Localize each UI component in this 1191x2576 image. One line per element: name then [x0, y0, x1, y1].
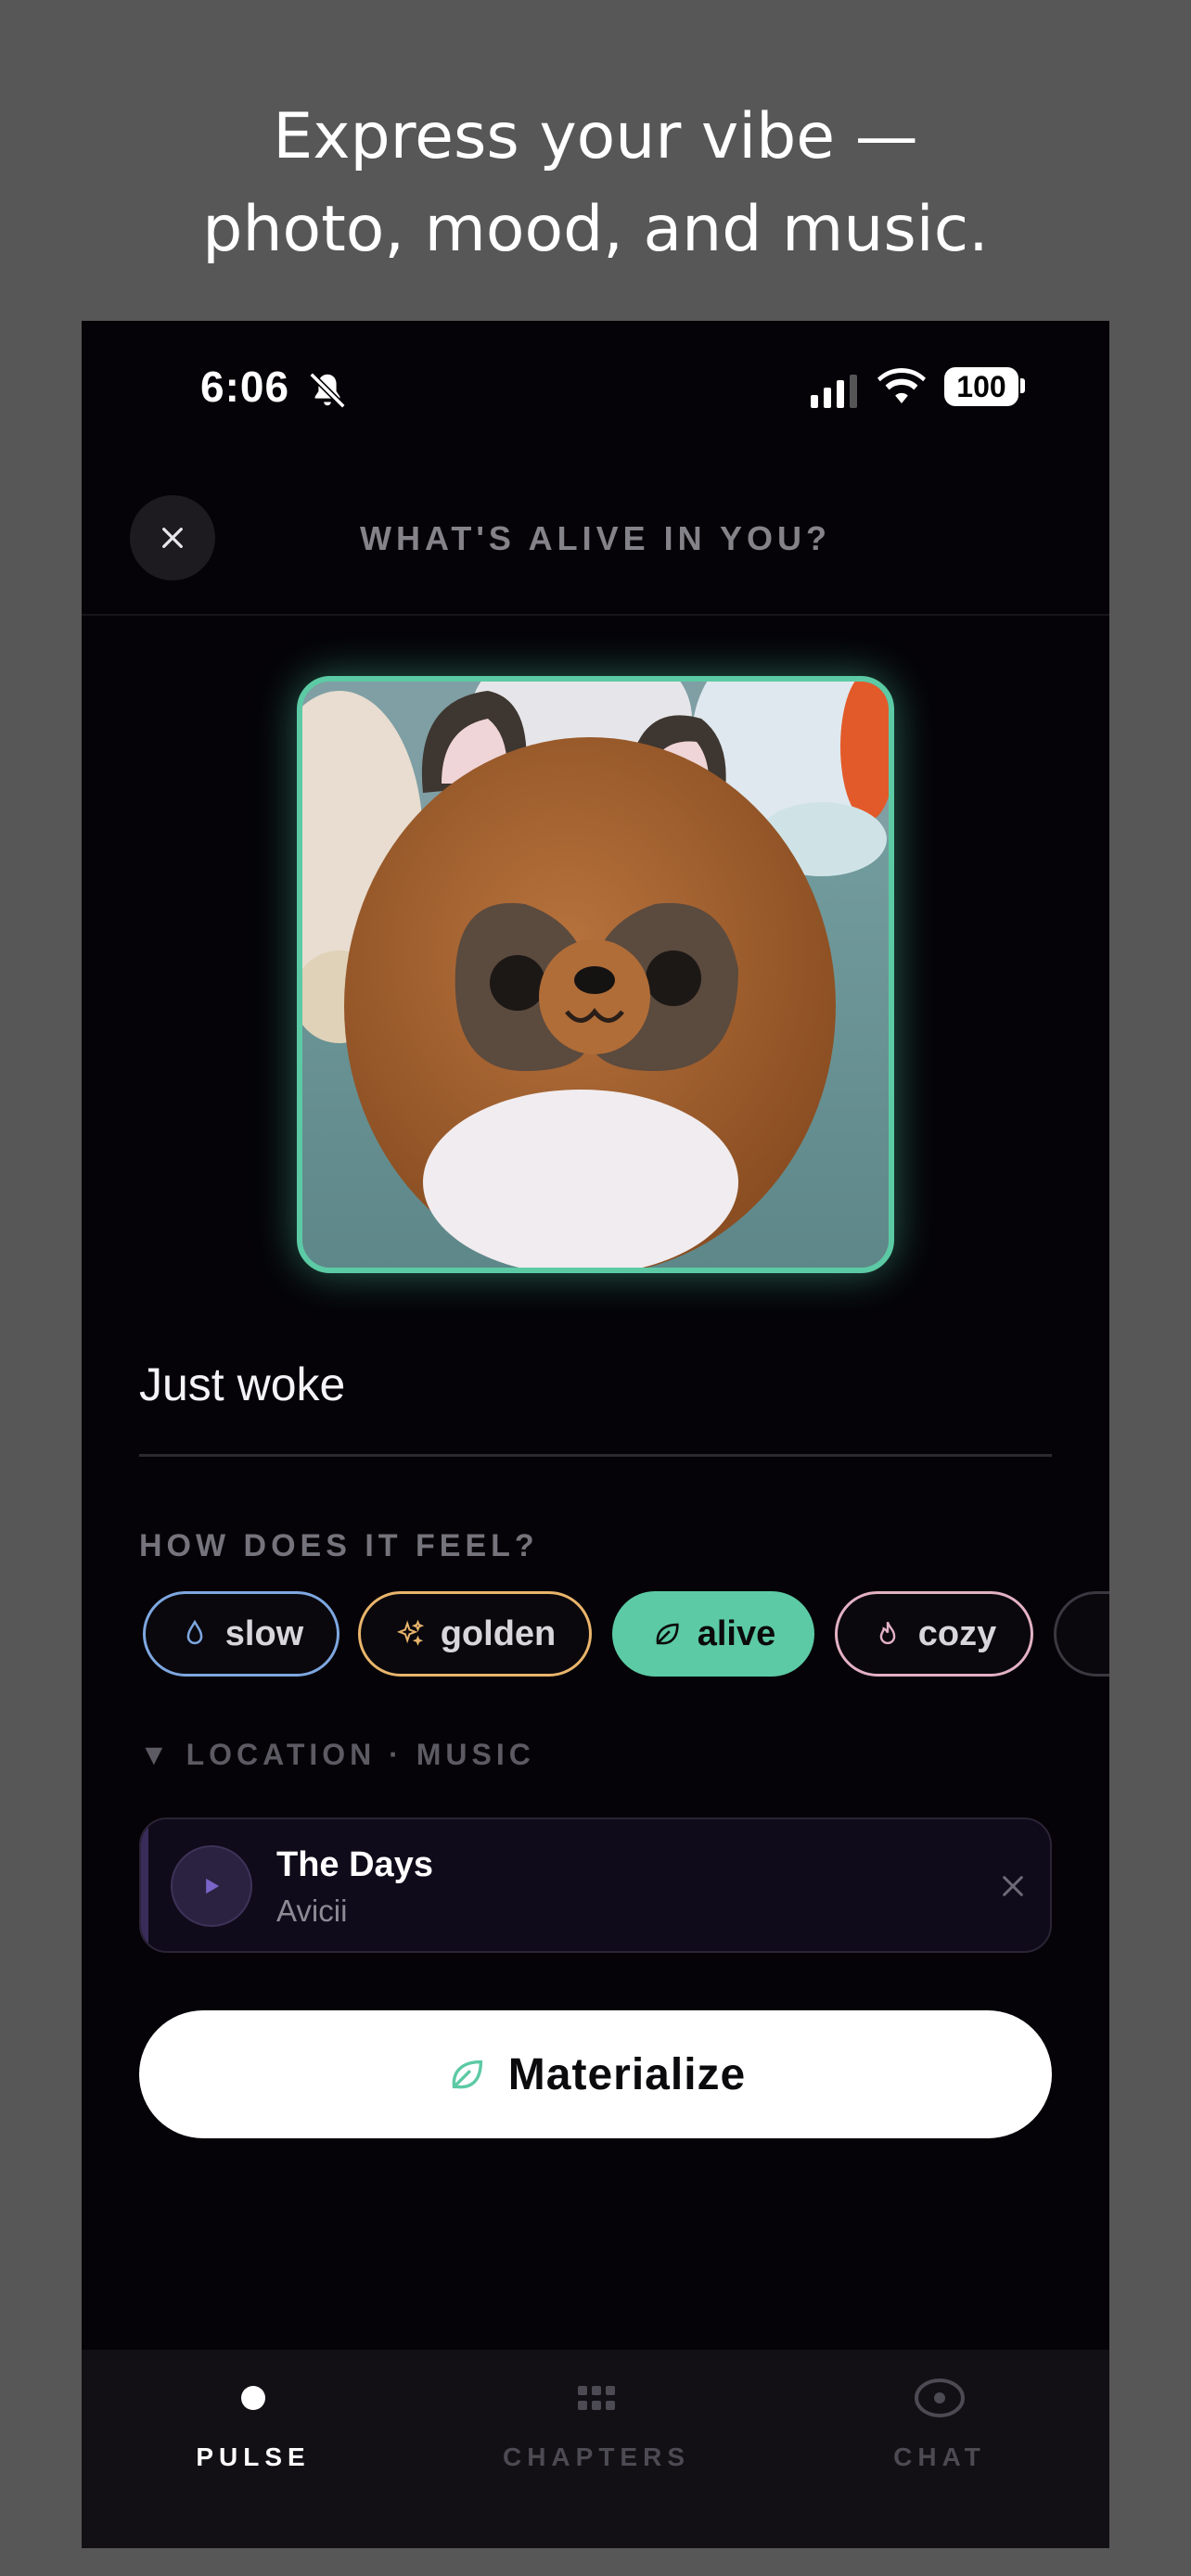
music-card-accent	[141, 1819, 148, 1951]
bell-slash-icon	[309, 372, 346, 409]
mood-chip-row[interactable]: slow golden alive cozy	[143, 1591, 1109, 1677]
chip-label: cozy	[917, 1613, 997, 1653]
battery-icon: 100	[944, 367, 1018, 406]
battery-tip	[1020, 378, 1025, 393]
chip-label: golden	[440, 1613, 557, 1653]
materialize-label: Materialize	[507, 2049, 747, 2099]
feel-section-label: HOW DOES IT FEEL?	[139, 1528, 539, 1563]
leaf-icon	[656, 1623, 679, 1645]
tab-label: CHAPTERS	[502, 2442, 690, 2471]
location-music-toggle[interactable]: ▼ LOCATION · MUSIC	[139, 1738, 535, 1772]
header-divider	[82, 614, 1109, 616]
close-icon	[1003, 1876, 1023, 1896]
sparkles-icon	[396, 1619, 424, 1646]
tab-chapters[interactable]: CHAPTERS	[425, 2350, 768, 2480]
mood-chip-slow[interactable]: slow	[143, 1591, 339, 1677]
chat-eye-icon	[915, 2378, 965, 2417]
mood-chip-cozy[interactable]: cozy	[835, 1591, 1033, 1677]
dot-icon	[241, 2386, 265, 2410]
selected-photo[interactable]	[297, 676, 894, 1273]
tab-chat[interactable]: CHAT	[768, 2350, 1109, 2480]
play-icon	[206, 1878, 220, 1894]
wifi-icon	[877, 368, 926, 403]
page-title: WHAT'S ALIVE IN YOU?	[360, 519, 831, 557]
phone-screen: 6:06 100 WHAT'S ALIVE IN YOU? Just woke …	[82, 321, 1109, 2548]
mood-chip-alive[interactable]: alive	[612, 1591, 814, 1677]
input-underline	[139, 1454, 1052, 1457]
promo-headline: Express your vibe — photo, mood, and mus…	[0, 91, 1191, 276]
music-card[interactable]: The Days Avicii	[139, 1817, 1052, 1953]
tab-label: PULSE	[196, 2442, 311, 2471]
chip-label: slow	[224, 1613, 304, 1653]
mood-chip-golden[interactable]: golden	[358, 1591, 592, 1677]
song-artist: Avicii	[276, 1894, 348, 1928]
mood-chip-overflow[interactable]	[1054, 1591, 1109, 1677]
remove-song-button[interactable]	[994, 1868, 1031, 1905]
flame-icon	[879, 1621, 896, 1645]
play-button[interactable]	[171, 1845, 252, 1927]
mood-text-input[interactable]: Just woke	[139, 1358, 1052, 1422]
tab-label: CHAT	[893, 2442, 986, 2471]
headline-line-2: photo, mood, and music.	[202, 193, 989, 266]
droplet-icon	[186, 1619, 203, 1645]
tab-bar: PULSE CHAPTERS CHAT	[82, 2350, 1109, 2548]
chip-label: alive	[697, 1613, 776, 1653]
headline-line-1: Express your vibe —	[273, 100, 918, 173]
grid-icon	[578, 2386, 615, 2410]
song-title: The Days	[276, 1845, 433, 1884]
plush-raccoon-photo	[302, 682, 889, 1268]
status-time: 6:06	[200, 363, 290, 411]
cellular-signal-icon	[811, 375, 857, 408]
leaf-icon	[452, 2060, 482, 2089]
tab-pulse[interactable]: PULSE	[82, 2350, 425, 2480]
materialize-button[interactable]: Materialize	[139, 2010, 1052, 2138]
